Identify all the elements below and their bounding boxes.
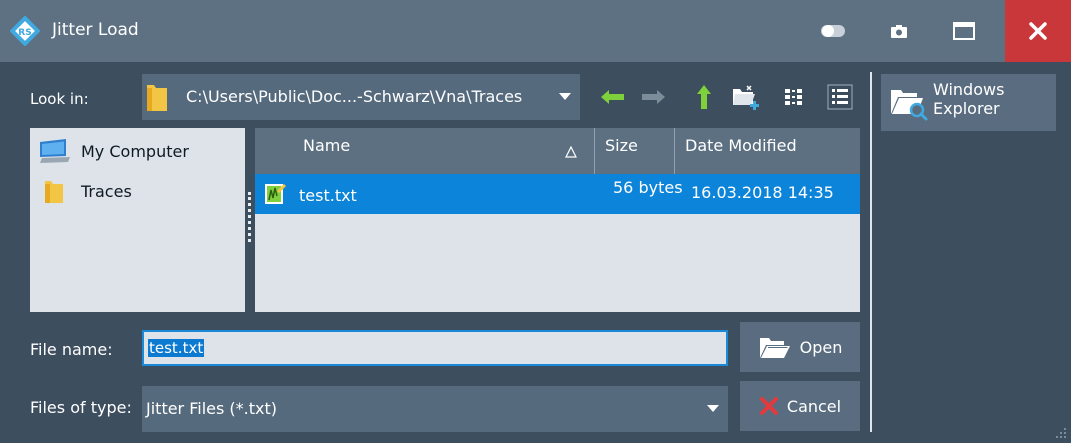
open-button-label: Open [799, 337, 843, 357]
window-title: Jitter Load [52, 20, 139, 40]
new-folder-icon [733, 85, 759, 110]
title-bar: RS Jitter Load [0, 0, 1071, 62]
place-label: My Computer [81, 141, 189, 161]
file-list: Name Size Date Modified test.txt 56 byte… [255, 128, 860, 312]
file-size-cell: 56 bytes [613, 178, 683, 197]
panel-splitter[interactable] [245, 128, 255, 312]
toggle-icon [821, 25, 845, 37]
close-icon [759, 397, 778, 415]
windows-explorer-button[interactable]: Windows Explorer [881, 74, 1056, 131]
folder-icon [147, 85, 167, 111]
places-panel: My Computer Traces [30, 128, 245, 312]
computer-icon [40, 139, 70, 163]
cancel-button-label: Cancel [786, 396, 842, 416]
forward-button[interactable] [636, 74, 672, 120]
screenshot-button[interactable] [876, 0, 922, 62]
maximize-icon [953, 22, 975, 40]
toggle-button[interactable] [808, 0, 858, 62]
detail-view-button[interactable] [822, 74, 858, 120]
table-row[interactable]: test.txt 56 bytes 16.03.2018 14:35 [255, 174, 860, 214]
look-in-label: Look in: [30, 90, 89, 108]
close-button[interactable] [1005, 0, 1071, 62]
file-date-cell: 16.03.2018 14:35 [691, 183, 834, 202]
arrow-up-icon [697, 85, 711, 109]
list-view-icon [785, 89, 802, 105]
folder-icon [45, 181, 63, 203]
rohde-schwarz-logo-icon: RS [10, 16, 40, 46]
place-label: Traces [81, 181, 132, 201]
close-icon [1029, 22, 1047, 40]
arrow-left-icon [601, 90, 624, 104]
look-in-combo[interactable]: C:\Users\Public\Doc...-Schwarz\Vna\Trace… [142, 74, 580, 120]
column-header-date[interactable]: Date Modified [675, 128, 860, 174]
arrow-right-icon [642, 90, 665, 104]
folder-search-icon [891, 90, 928, 121]
up-folder-button[interactable] [686, 74, 722, 120]
file-name-cell: test.txt [299, 186, 357, 205]
sort-ascending-icon [565, 146, 577, 158]
chevron-down-icon [707, 405, 719, 412]
file-list-header: Name Size Date Modified [255, 128, 860, 174]
splitter-grip [248, 192, 251, 242]
open-button[interactable]: Open [740, 322, 860, 372]
detail-view-icon [827, 84, 853, 110]
column-header-name[interactable]: Name [255, 128, 595, 174]
resize-grip-icon[interactable] [1053, 425, 1067, 439]
list-view-button[interactable] [776, 74, 812, 120]
file-type-label: Files of type: [30, 398, 132, 417]
windows-explorer-label: Windows Explorer [933, 80, 1005, 118]
file-name-value: test.txt [148, 339, 205, 357]
open-folder-icon [759, 338, 790, 358]
file-name-label: File name: [30, 340, 113, 359]
file-type-value: Jitter Files (*.txt) [146, 399, 277, 418]
place-my-computer[interactable]: My Computer [38, 136, 189, 166]
file-name-field[interactable]: test.txt [142, 330, 728, 366]
svg-text:RS: RS [18, 28, 31, 38]
back-button[interactable] [594, 74, 630, 120]
cancel-button[interactable]: Cancel [740, 381, 860, 431]
text-file-icon [265, 183, 287, 204]
look-in-path: C:\Users\Public\Doc...-Schwarz\Vna\Trace… [186, 87, 523, 106]
new-folder-button[interactable] [728, 74, 764, 120]
chevron-down-icon [559, 93, 571, 100]
file-type-combo[interactable]: Jitter Files (*.txt) [142, 386, 728, 432]
camera-icon [891, 25, 907, 38]
column-header-size[interactable]: Size [595, 128, 675, 174]
maximize-button[interactable] [938, 0, 990, 62]
place-traces[interactable]: Traces [38, 176, 132, 206]
divider [870, 72, 872, 432]
